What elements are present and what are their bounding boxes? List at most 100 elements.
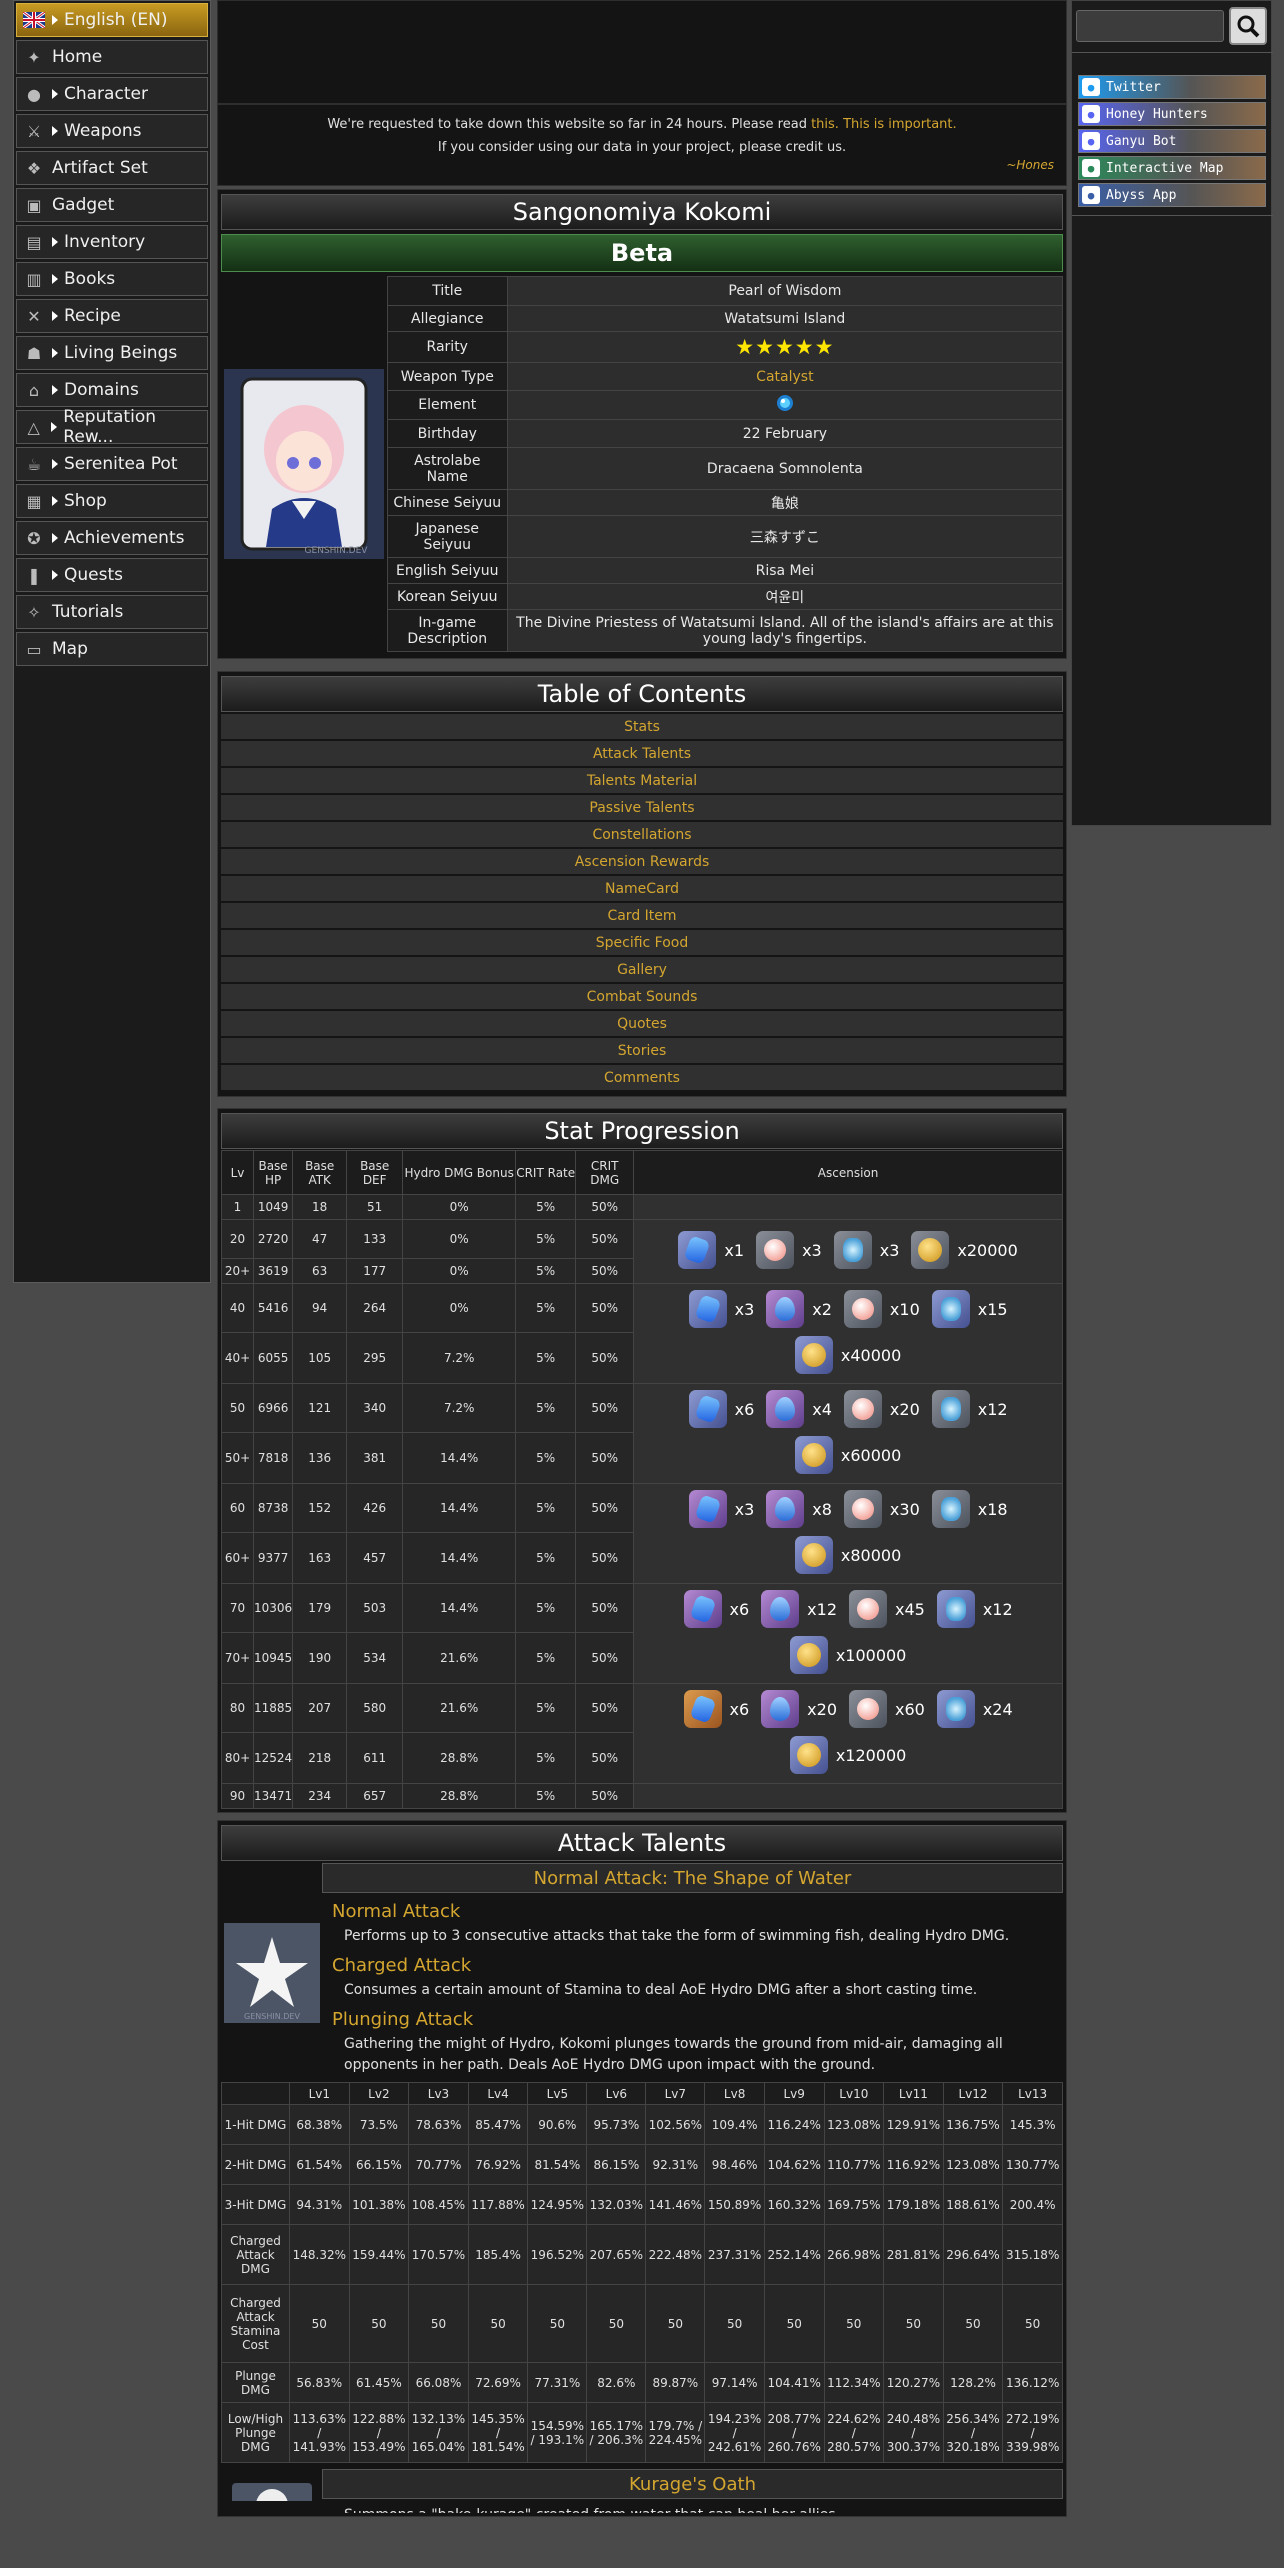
sidebar-item-16[interactable]: ✧ Tutorials [16,595,208,629]
sidebar-item-3[interactable]: ⚔ Weapons [16,114,208,148]
stat-cell: 0% [402,1194,517,1220]
toc-title: Table of Contents [221,676,1063,712]
toc-link[interactable]: NameCard [221,876,1063,901]
search-button[interactable] [1229,7,1267,45]
social-link-1[interactable]: ● Honey Hunters [1078,102,1266,126]
stat-cell: 18 [292,1194,348,1220]
talent-cell: 222.48% [645,2224,706,2285]
material-qty: x40000 [840,1345,902,1365]
toc-link[interactable]: Combat Sounds [221,984,1063,1009]
talent-cell: 130.77% [1002,2144,1063,2185]
stat-cell: 457 [346,1532,404,1584]
gem-material-icon [688,1490,727,1528]
toc-link[interactable]: Gallery [221,957,1063,982]
material-item[interactable]: x6 [688,1390,754,1428]
material-item[interactable]: x20 [843,1390,920,1428]
material-item[interactable]: x15 [931,1290,1008,1328]
toc-link[interactable]: Stats [221,714,1063,739]
material-item[interactable]: x12 [936,1590,1013,1628]
material-item[interactable]: x3 [688,1490,754,1528]
caret-right-icon [52,15,58,25]
gem-material-icon [678,1231,717,1269]
talent-cell: 68.38% [289,2104,350,2145]
material-item[interactable]: x60000 [794,1436,901,1474]
sidebar-item-8[interactable]: ✕ Recipe [16,299,208,333]
sidebar-item-11[interactable]: △ Reputation Rew... [16,407,208,447]
stat-cell: 50% [575,1532,635,1584]
sidebar-item-2[interactable]: ● Character [16,77,208,111]
social-link-4[interactable]: ● Abyss App [1078,183,1266,207]
material-item[interactable]: x30 [843,1490,920,1528]
talent-cell: 136.75% [942,2104,1004,2145]
sidebar-item-0[interactable]: English (EN) [16,3,208,37]
sidebar-item-9[interactable]: ☗ Living Beings [16,336,208,370]
sidebar-item-15[interactable]: ❚ Quests [16,558,208,592]
material-item[interactable]: x10 [843,1290,920,1328]
stat-cell: 70+ [221,1632,254,1684]
notice-link[interactable]: this. This is important. [811,117,957,132]
toc-link[interactable]: Talents Material [221,768,1063,793]
toc-link[interactable]: Passive Talents [221,795,1063,820]
material-item[interactable]: x60 [849,1690,925,1728]
material-item[interactable]: x45 [849,1590,925,1628]
sidebar-item-6[interactable]: ▤ Inventory [16,225,208,259]
sidebar-item-13[interactable]: ▦ Shop [16,484,208,518]
social-link-0[interactable]: ● Twitter [1078,75,1266,99]
material-item[interactable]: x40000 [794,1336,902,1374]
social-link-3[interactable]: ● Interactive Map [1078,156,1266,180]
material-item[interactable]: x120000 [789,1736,906,1774]
toc-link[interactable]: Attack Talents [221,741,1063,766]
material-qty: x3 [879,1240,900,1260]
material-item[interactable]: x6 [683,1590,749,1628]
ascension-materials: x3 x8 x30 x18 x80000 [633,1483,1063,1584]
material-item[interactable]: x20000 [911,1231,1018,1269]
talent-cell: 70.77% [408,2144,469,2185]
toc-link[interactable]: Ascension Rewards [221,849,1063,874]
info-row: Astrolabe Name Dracaena Somnolenta [386,447,1064,490]
sidebar-item-5[interactable]: ▣ Gadget [16,188,208,222]
material-item[interactable]: x3 [756,1231,822,1269]
material-item[interactable]: x100000 [789,1636,906,1674]
material-item[interactable]: x12 [931,1390,1008,1428]
material-item[interactable]: x1 [678,1231,744,1269]
info-value-text: Risa Mei [755,562,815,579]
info-value: The Divine Priestess of Watatsumi Island… [506,609,1064,652]
sidebar-item-7[interactable]: ▥ Books [16,262,208,296]
toc-link[interactable]: Stories [221,1038,1063,1063]
sidebar-item-4[interactable]: ❖ Artifact Set [16,151,208,185]
material-item[interactable]: x20 [761,1690,837,1728]
gadget-icon: ▣ [26,195,42,215]
material-item[interactable]: x80000 [794,1536,902,1574]
material-item[interactable]: x4 [766,1390,832,1428]
material-item[interactable]: x8 [766,1490,832,1528]
toc-link[interactable]: Quotes [221,1011,1063,1036]
stat-cell: 94 [292,1283,348,1333]
sidebar-item-12[interactable]: ☕ Serenitea Pot [16,447,208,481]
talent-cell: Charged Attack DMG [221,2224,290,2285]
material-item[interactable]: x3 [688,1290,754,1328]
toc-link[interactable]: Card Item [221,903,1063,928]
toc-link[interactable]: Comments [221,1065,1063,1090]
search-input[interactable] [1076,10,1224,42]
sidebar-item-10[interactable]: ⌂ Domains [16,373,208,407]
social-link-2[interactable]: ● Ganyu Bot [1078,129,1266,153]
toc-link[interactable]: Constellations [221,822,1063,847]
material-qty: x80000 [840,1545,902,1565]
sidebar-item-14[interactable]: ✪ Achievements [16,521,208,555]
talent-cell: 159.44% [348,2224,410,2285]
material-item[interactable]: x2 [766,1290,832,1328]
sidebar-item-17[interactable]: ▭ Map [16,632,208,666]
stats-box: Stat Progression Lv Base HP Base ATK Base D… [217,1108,1067,1813]
material-item[interactable]: x24 [936,1690,1013,1728]
sidebar-item-1[interactable]: ✦ Home [16,40,208,74]
material-item[interactable]: x18 [931,1490,1008,1528]
talent-row: 2-Hit DMG 61.54% 66.15% 70.77% 76.92% 81.54% 8… [221,2144,1063,2185]
material-item[interactable]: x6 [683,1690,749,1728]
info-value: Watatsumi Island [506,305,1064,332]
material-item[interactable]: x12 [761,1590,837,1628]
material-item[interactable]: x3 [833,1231,900,1269]
info-value-text[interactable]: Catalyst [756,369,813,385]
toc-link[interactable]: Specific Food [221,930,1063,955]
material-qty: x4 [812,1399,832,1419]
ascension-materials: x1 x3 x3 x20000 [633,1219,1063,1284]
